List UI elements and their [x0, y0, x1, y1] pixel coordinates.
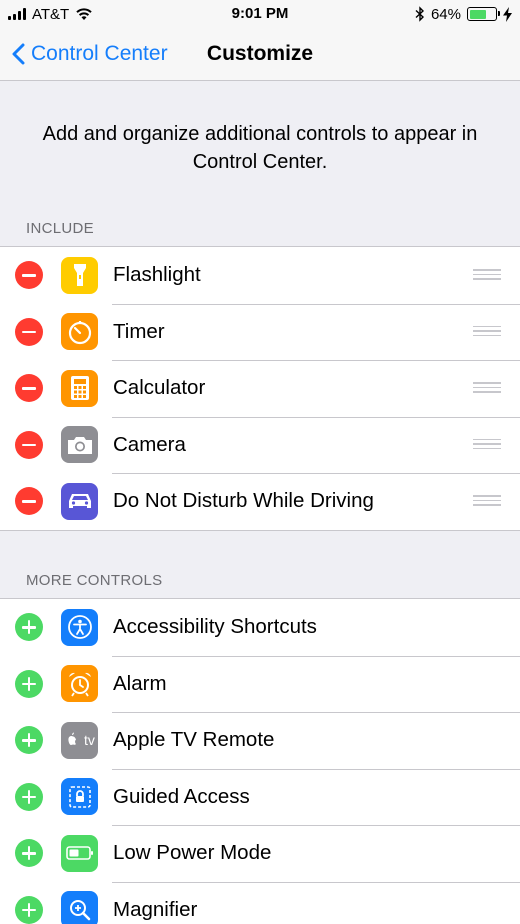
- car-icon: [61, 482, 98, 520]
- back-button[interactable]: Control Center: [12, 28, 168, 80]
- guided-access-icon: [61, 778, 98, 816]
- add-button[interactable]: [15, 895, 43, 924]
- alarm-icon: [61, 665, 98, 703]
- remove-button[interactable]: [15, 317, 43, 346]
- include-list: Flashlight Timer Calculator Camera Do No…: [0, 246, 520, 531]
- navigation-bar: Customize Control Center: [0, 28, 520, 81]
- accessibility-icon: [61, 608, 98, 646]
- reorder-handle[interactable]: [473, 269, 501, 281]
- include-row-flashlight: Flashlight: [0, 247, 520, 304]
- more-controls-list: Accessibility Shortcuts Alarm tv Apple T…: [0, 598, 520, 924]
- reorder-handle[interactable]: [473, 438, 501, 451]
- include-section-header: INCLUDE: [26, 220, 94, 237]
- row-label: Low Power Mode: [113, 841, 272, 865]
- row-label: Guided Access: [113, 784, 250, 808]
- battery-percent: 64%: [430, 5, 461, 23]
- row-label: Flashlight: [113, 263, 201, 287]
- row-label: Calculator: [113, 376, 206, 400]
- add-button[interactable]: [15, 782, 43, 811]
- bluetooth-icon: [415, 6, 424, 22]
- reorder-handle[interactable]: [473, 382, 501, 394]
- add-button[interactable]: [15, 613, 43, 642]
- flashlight-icon: [61, 256, 98, 294]
- battery-icon: [467, 7, 500, 21]
- calculator-icon: [61, 369, 98, 407]
- add-button[interactable]: [15, 669, 43, 698]
- more-row-magnifier: Magnifier: [0, 881, 520, 924]
- more-row-apple-tv-remote: tv Apple TV Remote: [0, 712, 520, 769]
- add-button[interactable]: [15, 726, 43, 755]
- more-controls-section-header: MORE CONTROLS: [26, 572, 163, 589]
- row-label: Apple TV Remote: [113, 728, 275, 752]
- status-bar: AT&T 9:01 PM 64%: [0, 0, 520, 28]
- add-button[interactable]: [15, 839, 43, 868]
- row-label: Do Not Disturb While Driving: [113, 489, 374, 513]
- include-row-camera: Camera: [0, 416, 520, 474]
- row-label: Alarm: [113, 671, 167, 695]
- remove-button[interactable]: [15, 430, 43, 459]
- include-row-calculator: Calculator: [0, 360, 520, 417]
- chevron-left-icon: [12, 43, 25, 65]
- more-row-low-power-mode: Low Power Mode: [0, 825, 520, 882]
- include-row-timer: Timer: [0, 303, 520, 361]
- row-label: Camera: [113, 432, 186, 456]
- row-label: Magnifier: [113, 897, 198, 921]
- remove-button[interactable]: [15, 261, 43, 290]
- camera-icon: [61, 426, 98, 464]
- reorder-handle[interactable]: [473, 495, 501, 507]
- timer-icon: [61, 313, 98, 351]
- remove-button[interactable]: [15, 374, 43, 403]
- apple-tv-icon: tv: [61, 721, 98, 759]
- back-button-label: Control Center: [31, 42, 168, 65]
- more-row-accessibility-shortcuts: Accessibility Shortcuts: [0, 599, 520, 656]
- description-text: Add and organize additional controls to …: [42, 123, 478, 173]
- remove-button[interactable]: [15, 487, 43, 516]
- include-row-do-not-disturb-driving: Do Not Disturb While Driving: [0, 473, 520, 530]
- charging-bolt-icon: [503, 6, 512, 22]
- row-label: Timer: [113, 319, 165, 343]
- more-row-alarm: Alarm: [0, 655, 520, 713]
- apple-tv-icon-text: tv: [84, 732, 95, 749]
- reorder-handle[interactable]: [473, 325, 501, 338]
- magnifier-icon: [61, 891, 98, 924]
- battery-icon: [61, 834, 98, 872]
- status-right: 64%: [415, 5, 512, 23]
- more-row-guided-access: Guided Access: [0, 768, 520, 826]
- row-label: Accessibility Shortcuts: [113, 615, 317, 639]
